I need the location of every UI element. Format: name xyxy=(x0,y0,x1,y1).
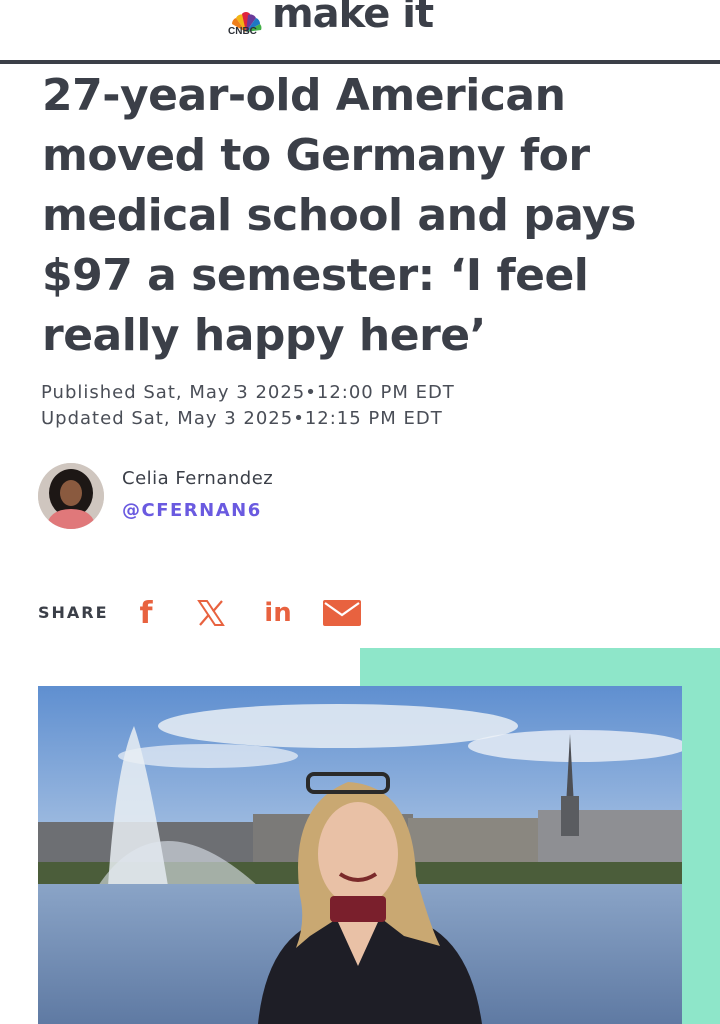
linkedin-icon: in xyxy=(264,598,292,628)
facebook-icon: f xyxy=(139,595,153,631)
facebook-share-button[interactable]: f xyxy=(132,595,160,631)
nbc-peacock-icon: CNBC xyxy=(228,12,264,37)
article-headline: 27-year-old American moved to Germany fo… xyxy=(42,70,636,361)
email-share-button[interactable] xyxy=(322,596,362,630)
updated-date: Updated Sat, May 3 2025•12:15 PM EDT xyxy=(41,408,443,429)
share-label: SHARE xyxy=(38,603,109,622)
header-divider xyxy=(0,60,720,64)
linkedin-share-button[interactable]: in xyxy=(260,596,296,630)
x-icon xyxy=(197,600,225,626)
article-hero-photo[interactable] xyxy=(38,686,682,1024)
brand-logo[interactable]: CNBC make it xyxy=(228,0,434,37)
article-dates: Published Sat, May 3 2025•12:00 PM EDT U… xyxy=(41,380,455,432)
cnbc-wordmark: CNBC xyxy=(228,26,257,37)
x-share-button[interactable] xyxy=(193,596,229,630)
published-date: Published Sat, May 3 2025•12:00 PM EDT xyxy=(41,382,455,403)
email-icon xyxy=(323,600,361,626)
make-it-wordmark: make it xyxy=(272,0,434,37)
site-header: CNBC make it xyxy=(0,0,720,60)
hero-photo-image xyxy=(38,686,682,1024)
author-handle[interactable]: @CFERNAN6 xyxy=(122,500,262,521)
author-name[interactable]: Celia Fernandez xyxy=(122,468,273,489)
author-avatar[interactable] xyxy=(38,463,104,529)
